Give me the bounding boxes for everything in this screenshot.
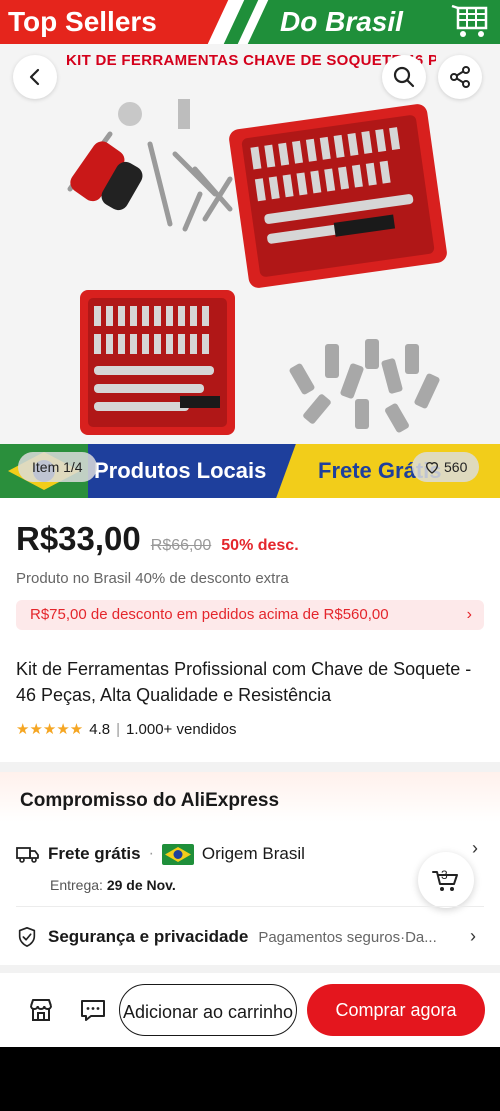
section-divider	[0, 762, 500, 772]
rating-value: 4.8	[89, 720, 111, 738]
delivery-label: Entrega:	[50, 877, 103, 893]
original-price: R$66,00	[150, 537, 212, 554]
truck-icon	[16, 847, 39, 863]
banner-local-products-text: Produtos Locais	[88, 444, 298, 498]
shipping-row[interactable]: Frete grátis · Origem Brasil	[16, 842, 486, 866]
delivery-estimate: Entrega: 29 de Nov.	[50, 877, 176, 893]
search-icon	[393, 66, 415, 88]
chevron-right-icon: ›	[472, 838, 478, 858]
shipping-separator: ·	[148, 845, 154, 862]
chevron-right-icon: ›	[466, 606, 472, 623]
chat-icon	[81, 1000, 105, 1021]
banner-cart-icon	[451, 4, 488, 37]
delivery-date: 29 de Nov.	[106, 877, 176, 893]
product-page: Top Sellers Do Brasil KIT DE FERRAMENTAS…	[0, 0, 500, 1047]
product-photo	[0, 44, 500, 444]
floating-cart-button[interactable]: 3	[418, 852, 474, 908]
tool-kit-illustration	[67, 99, 447, 435]
chat-button[interactable]	[75, 992, 111, 1028]
store-icon	[30, 999, 52, 1021]
cart-count: 3	[441, 868, 448, 882]
row-divider	[16, 906, 484, 907]
chevron-right-icon: ›	[470, 926, 476, 946]
extra-discount-text: Produto no Brasil 40% de desconto extra	[16, 570, 289, 587]
security-label: Segurança e privacidade	[48, 927, 249, 946]
free-shipping-label: Frete grátis	[48, 844, 141, 863]
share-icon	[450, 66, 470, 88]
search-button[interactable]	[382, 55, 426, 99]
price-row: R$33,00 R$66,00 50% desc.	[16, 520, 299, 558]
wishlist-count: 560	[444, 459, 468, 475]
item-indicator: Item 1/4	[18, 452, 97, 482]
wishlist-button[interactable]: 560	[412, 452, 480, 482]
coupon-banner[interactable]: R$75,00 de desconto em pedidos acima de …	[16, 600, 484, 630]
product-title: Kit de Ferramentas Profissional com Chav…	[16, 659, 472, 705]
commitment-title: Compromisso do AliExpress	[20, 790, 280, 811]
security-row[interactable]: Segurança e privacidade Pagamentos segur…	[16, 925, 486, 949]
buy-now-button[interactable]: Comprar agora	[307, 984, 485, 1036]
rating-separator: |	[116, 720, 121, 738]
heart-icon	[425, 462, 439, 474]
shipping-origin: Origem Brasil	[201, 844, 305, 863]
star-rating-icon: ★★★★★	[16, 721, 84, 738]
security-value: Pagamentos seguros·Da...	[258, 928, 437, 946]
store-button[interactable]	[23, 992, 59, 1028]
chevron-left-icon	[29, 68, 40, 86]
add-to-cart-button[interactable]: Adicionar ao carrinho	[119, 984, 297, 1036]
rating-row[interactable]: ★★★★★ 4.8 | 1.000+ vendidos	[16, 720, 237, 739]
section-divider	[0, 965, 500, 973]
banner-top-sellers-text: Top Sellers	[0, 0, 240, 44]
discount-badge: 50% desc.	[221, 537, 299, 554]
photo-title-text: KIT DE FERRAMENTAS CHAVE DE SOQUETE 46 P…	[66, 52, 436, 69]
share-button[interactable]	[438, 55, 482, 99]
brazil-flag-icon	[161, 843, 194, 865]
top-sellers-banner: Top Sellers Do Brasil	[0, 0, 500, 44]
shield-check-icon	[18, 927, 36, 947]
current-price: R$33,00	[16, 520, 141, 557]
back-button[interactable]	[13, 55, 57, 99]
system-nav-area	[0, 1047, 500, 1111]
product-image-gallery[interactable]: Top Sellers Do Brasil KIT DE FERRAMENTAS…	[0, 0, 500, 498]
sold-count: 1.000+ vendidos	[126, 720, 237, 738]
coupon-text: R$75,00 de desconto em pedidos acima de …	[30, 606, 389, 623]
